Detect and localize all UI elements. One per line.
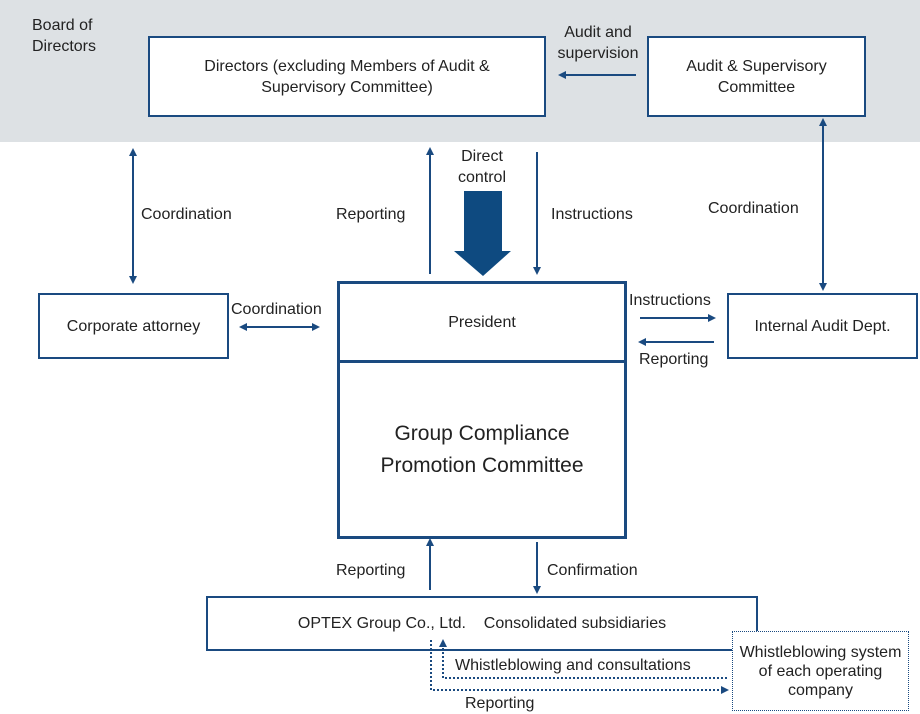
direct-control-arrow bbox=[454, 191, 511, 276]
connector-lines bbox=[129, 71, 827, 694]
reporting-dotted-arrow bbox=[430, 640, 729, 694]
whistleblowing-dotted-arrow bbox=[439, 639, 727, 679]
